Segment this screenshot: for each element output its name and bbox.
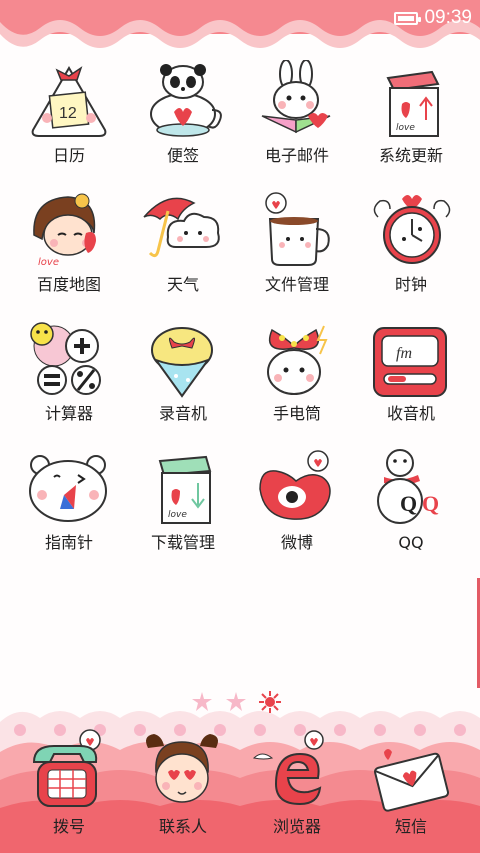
page-dot-1[interactable] [190,690,214,714]
dock-phone[interactable]: 拨号 [12,728,126,853]
girl-map-icon: love [24,187,114,271]
app-flashlight[interactable]: 手电筒 [240,316,354,445]
dock-messages[interactable]: 短信 [354,728,468,853]
app-label: 系统更新 [378,146,443,165]
bear-compass-icon [24,445,114,529]
panda-teapot-icon [138,58,228,142]
app-label: 计算器 [44,404,93,423]
app-label: 手电筒 [272,404,321,423]
calendar-icon: 12 [24,58,114,142]
download-box-icon: love [138,445,228,529]
envelope-heart-icon [366,728,456,814]
app-notes[interactable]: 便签 [126,58,240,187]
app-grid: 12 日历 便签 电子邮件 love 系统更新 love 百度地图 天气 文件管… [0,58,480,574]
app-system-update[interactable]: love 系统更新 [354,58,468,187]
app-qq[interactable]: Q Q QQ [354,445,468,574]
app-label: 天气 [166,275,199,294]
app-label: 时钟 [394,275,427,294]
app-label: 微博 [280,533,313,552]
love-text: love [168,510,187,520]
bow-bulb-icon [252,316,342,400]
phone-icon [24,728,114,814]
app-calendar[interactable]: 12 日历 [12,58,126,187]
app-weather[interactable]: 天气 [126,187,240,316]
dock-label: 浏览器 [272,817,321,836]
alarm-clock-icon [366,187,456,271]
app-label: 便签 [166,146,199,165]
app-label: 指南针 [44,533,93,552]
app-label: 百度地图 [36,275,101,294]
coffee-mug-icon [252,187,342,271]
app-calculator[interactable]: 计算器 [12,316,126,445]
qq-letter-2: Q [422,491,439,516]
page-dot-2[interactable] [224,690,248,714]
app-recorder[interactable]: 录音机 [126,316,240,445]
app-download-manager[interactable]: love 下载管理 [126,445,240,574]
dock-label: 拨号 [52,817,85,836]
app-label: 电子邮件 [264,146,329,165]
app-label: QQ [398,533,424,552]
app-weibo[interactable]: 微博 [240,445,354,574]
calendar-day-text: 12 [59,105,77,122]
dock-browser[interactable]: 浏览器 [240,728,354,853]
app-label: 日历 [52,146,85,165]
calculator-icon [24,316,114,400]
girl-contacts-icon [138,728,228,814]
milk-box-icon: love [366,58,456,142]
ice-cream-icon [138,316,228,400]
dock-label: 短信 [394,817,427,836]
app-label: 录音机 [158,404,207,423]
umbrella-cloud-icon [138,187,228,271]
page-indicator[interactable] [190,690,282,714]
status-bar: 09:39 [394,0,480,36]
app-radio[interactable]: fm 收音机 [354,316,468,445]
app-baidu-map[interactable]: love 百度地图 [12,187,126,316]
browser-e-icon [252,728,342,814]
weibo-icon [252,445,342,529]
qq-letter-1: Q [400,491,417,516]
love-text: love [38,257,59,268]
love-text: love [396,123,415,133]
dock-contacts[interactable]: 联系人 [126,728,240,853]
app-email[interactable]: 电子邮件 [240,58,354,187]
app-compass[interactable]: 指南针 [12,445,126,574]
radio-icon: fm [366,316,456,400]
app-label: 收音机 [386,404,435,423]
app-file-manager[interactable]: 文件管理 [240,187,354,316]
fm-text: fm [396,345,412,362]
app-label: 文件管理 [264,275,329,294]
dock: 拨号 联系人 浏览器 短信 [0,728,480,853]
dock-label: 联系人 [158,817,207,836]
page-dot-3-active[interactable] [258,690,282,714]
snowman-qq-icon: Q Q [366,445,456,529]
bunny-envelope-icon [252,58,342,142]
battery-icon [394,11,422,25]
clock-time: 09:39 [424,7,472,28]
app-clock[interactable]: 时钟 [354,187,468,316]
app-label: 下载管理 [150,533,215,552]
